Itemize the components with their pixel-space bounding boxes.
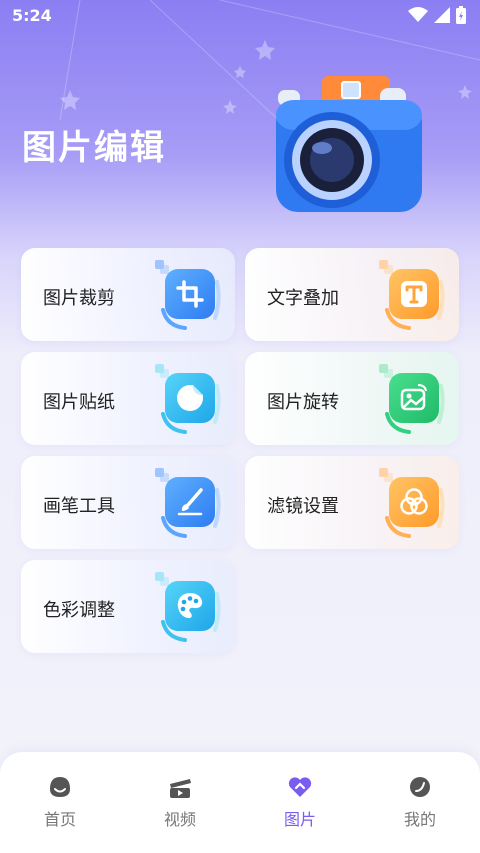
video-icon [167, 774, 193, 800]
tool-label: 图片贴纸 [43, 392, 115, 413]
status-icons [408, 6, 466, 24]
tab-home[interactable]: 首页 [0, 774, 120, 834]
tab-label: 首页 [43, 810, 76, 829]
filter-icon [379, 468, 449, 538]
status-bar: 5:24 [0, 0, 480, 32]
tool-label: 图片旋转 [267, 392, 339, 413]
tool-card-rotate[interactable]: 图片旋转 [245, 352, 459, 445]
status-time: 5:24 [12, 6, 52, 25]
tool-label: 画笔工具 [43, 496, 115, 517]
tool-card-color[interactable]: 色彩调整 [21, 560, 235, 653]
battery-icon [456, 6, 466, 24]
profile-icon [407, 774, 433, 800]
tab-profile[interactable]: 我的 [360, 774, 480, 834]
tab-image[interactable]: 图片 [240, 774, 360, 834]
brush-icon [155, 468, 225, 538]
sticker-icon [155, 364, 225, 434]
tool-label: 滤镜设置 [267, 496, 339, 517]
camera-illustration [276, 76, 422, 212]
bottom-tab-bar: 首页 视频 图片 我的 [0, 752, 480, 853]
image-icon [287, 774, 313, 800]
tab-video[interactable]: 视频 [120, 774, 240, 834]
tool-label: 文字叠加 [267, 288, 339, 309]
tool-grid: 图片裁剪 文字叠加 图片贴纸 图片旋转 画笔工具 滤镜设置 色彩调整 [21, 248, 459, 653]
crop-icon [155, 260, 225, 330]
rotate-image-icon [379, 364, 449, 434]
signal-icon [434, 7, 450, 23]
tab-label: 视频 [163, 810, 196, 829]
home-icon [47, 774, 73, 800]
tool-card-text[interactable]: 文字叠加 [245, 248, 459, 341]
tool-card-brush[interactable]: 画笔工具 [21, 456, 235, 549]
tool-label: 色彩调整 [43, 600, 115, 621]
wifi-icon [408, 7, 428, 22]
tab-label: 图片 [283, 810, 316, 829]
tool-card-sticker[interactable]: 图片贴纸 [21, 352, 235, 445]
palette-icon [155, 572, 225, 642]
tool-card-filter[interactable]: 滤镜设置 [245, 456, 459, 549]
tool-label: 图片裁剪 [43, 288, 115, 309]
page-title: 图片编辑 [22, 128, 166, 168]
text-icon [379, 260, 449, 330]
tab-label: 我的 [403, 810, 436, 829]
tool-card-crop[interactable]: 图片裁剪 [21, 248, 235, 341]
